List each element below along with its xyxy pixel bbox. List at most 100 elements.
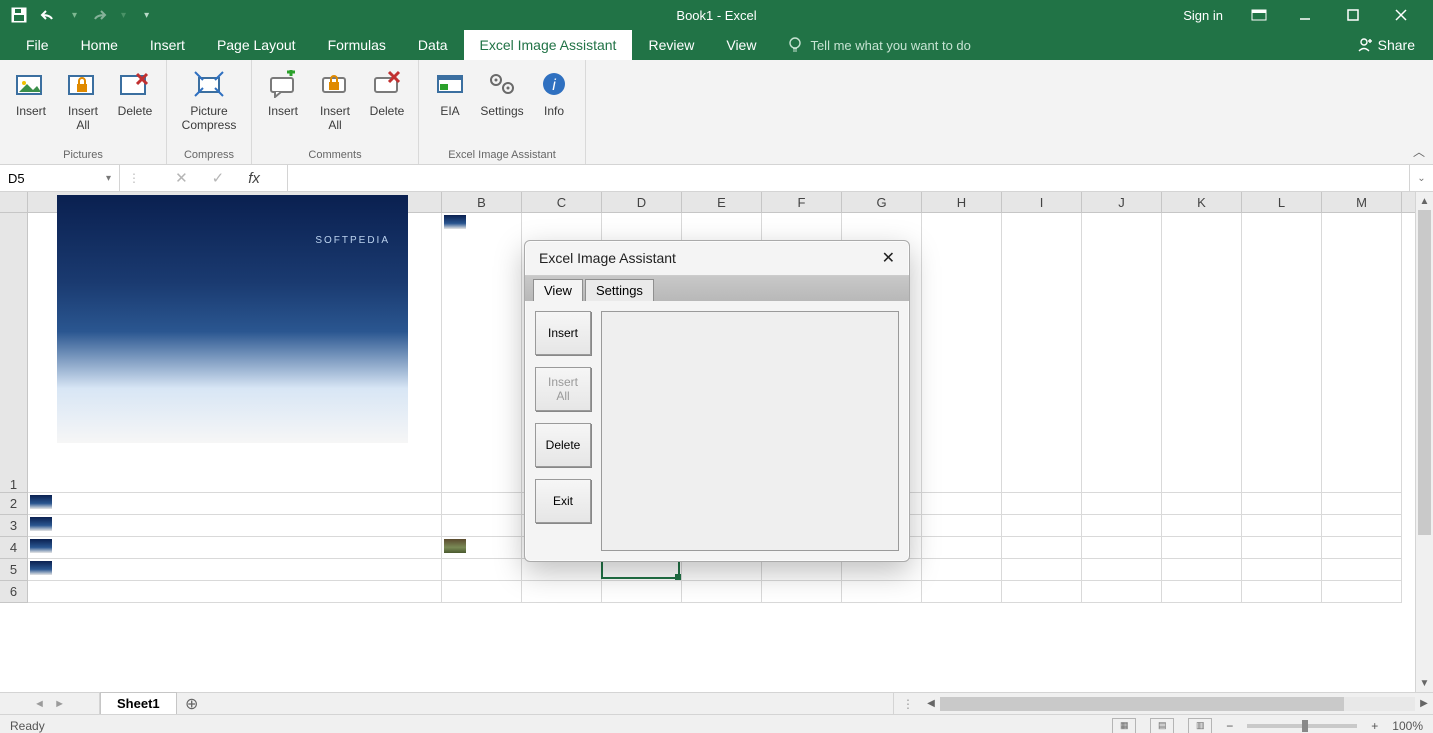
cell[interactable] [442, 213, 522, 493]
ribbon-collapse-button[interactable]: ︿ [1413, 143, 1425, 160]
column-header[interactable]: L [1242, 192, 1322, 212]
cell[interactable] [1002, 515, 1082, 537]
page-layout-view-button[interactable]: ▤ [1150, 718, 1174, 733]
dialog-tab-settings[interactable]: Settings [585, 279, 654, 301]
pictures-insert-button[interactable]: Insert [6, 64, 56, 145]
cell[interactable] [522, 559, 602, 581]
cell[interactable] [1162, 581, 1242, 603]
cell[interactable] [28, 515, 442, 537]
signin-link[interactable]: Sign in [1183, 8, 1223, 23]
column-header[interactable]: J [1082, 192, 1162, 212]
normal-view-button[interactable]: ▦ [1112, 718, 1136, 733]
qat-customize-icon[interactable]: ▾ [144, 10, 149, 21]
name-box[interactable]: D5 ▾ [0, 165, 120, 191]
sheet-tab[interactable]: Sheet1 [100, 692, 177, 714]
row-header[interactable]: 1 [0, 213, 28, 493]
formula-bar-input[interactable] [288, 165, 1409, 191]
column-header[interactable]: F [762, 192, 842, 212]
cell[interactable] [1082, 213, 1162, 493]
cell[interactable] [1162, 537, 1242, 559]
horizontal-scrollbar[interactable]: ⋮ ◀ ▶ [893, 693, 1433, 714]
scrollbar-thumb[interactable] [940, 697, 1344, 711]
column-header[interactable]: K [1162, 192, 1242, 212]
cell[interactable] [442, 581, 522, 603]
cell[interactable] [1322, 493, 1402, 515]
column-header[interactable]: C [522, 192, 602, 212]
cell[interactable] [1082, 559, 1162, 581]
row-header[interactable]: 3 [0, 515, 28, 537]
column-header[interactable]: I [1002, 192, 1082, 212]
zoom-out-button[interactable]: − [1226, 719, 1233, 733]
close-button[interactable] [1395, 9, 1415, 21]
cell[interactable] [682, 559, 762, 581]
cell[interactable] [602, 581, 682, 603]
embedded-image-thumb[interactable] [30, 561, 52, 575]
cell[interactable] [842, 559, 922, 581]
embedded-image-large[interactable]: SOFTPEDIA [57, 195, 408, 443]
page-break-view-button[interactable]: ▥ [1188, 718, 1212, 733]
cell[interactable] [1002, 213, 1082, 493]
redo-dropdown-icon[interactable]: ▾ [121, 10, 126, 21]
tab-formulas[interactable]: Formulas [312, 30, 402, 60]
cell[interactable] [1242, 493, 1322, 515]
cell[interactable] [1242, 581, 1322, 603]
cell[interactable] [1322, 213, 1402, 493]
cell[interactable] [922, 213, 1002, 493]
cell[interactable] [1082, 537, 1162, 559]
formula-bar-expand-button[interactable]: ⌄ [1409, 165, 1433, 191]
embedded-image-thumb[interactable] [30, 517, 52, 531]
select-all-button[interactable] [0, 192, 28, 212]
column-header[interactable]: B [442, 192, 522, 212]
pictures-delete-button[interactable]: Delete [110, 64, 160, 145]
cell[interactable] [762, 559, 842, 581]
zoom-percent[interactable]: 100% [1392, 719, 1423, 733]
eia-settings-button[interactable]: Settings [477, 64, 527, 145]
zoom-slider[interactable] [1247, 724, 1357, 728]
redo-icon[interactable] [89, 6, 107, 24]
maximize-button[interactable] [1347, 9, 1367, 21]
tab-review[interactable]: Review [632, 30, 710, 60]
dialog-insert-button[interactable]: Insert [535, 311, 591, 355]
dialog-exit-button[interactable]: Exit [535, 479, 591, 523]
undo-dropdown-icon[interactable]: ▾ [72, 10, 77, 21]
pictures-insert-all-button[interactable]: Insert All [58, 64, 108, 145]
tab-view[interactable]: View [710, 30, 772, 60]
tab-home[interactable]: Home [65, 30, 134, 60]
cell[interactable] [1242, 537, 1322, 559]
cell[interactable] [1162, 213, 1242, 493]
column-header[interactable]: H [922, 192, 1002, 212]
comments-insert-all-button[interactable]: Insert All [310, 64, 360, 145]
name-box-dropdown-icon[interactable]: ▾ [106, 173, 111, 184]
scroll-down-icon[interactable]: ▼ [1416, 674, 1433, 692]
tell-me-search[interactable]: Tell me what you want to do [788, 30, 970, 60]
eia-launch-button[interactable]: EIA [425, 64, 475, 145]
cell[interactable] [842, 581, 922, 603]
new-sheet-button[interactable]: ⊕ [177, 693, 207, 714]
scroll-left-icon[interactable]: ◀ [922, 698, 940, 709]
comments-insert-button[interactable]: Insert [258, 64, 308, 145]
tab-page-layout[interactable]: Page Layout [201, 30, 312, 60]
cell[interactable] [442, 537, 522, 559]
column-header[interactable]: M [1322, 192, 1402, 212]
cell[interactable] [922, 581, 1002, 603]
cell[interactable] [1002, 537, 1082, 559]
cell[interactable] [28, 559, 442, 581]
zoom-in-button[interactable]: + [1371, 719, 1378, 733]
cell[interactable] [1162, 559, 1242, 581]
embedded-image-thumb[interactable] [444, 539, 466, 553]
row-header[interactable]: 6 [0, 581, 28, 603]
cell[interactable] [28, 581, 442, 603]
cell[interactable] [1242, 559, 1322, 581]
cell[interactable] [28, 493, 442, 515]
column-header[interactable]: D [602, 192, 682, 212]
eia-info-button[interactable]: i Info [529, 64, 579, 145]
cell[interactable] [922, 537, 1002, 559]
row-header[interactable]: 5 [0, 559, 28, 581]
scroll-right-icon[interactable]: ▶ [1415, 698, 1433, 709]
cell[interactable] [522, 581, 602, 603]
minimize-button[interactable] [1299, 9, 1319, 21]
cell[interactable] [1322, 559, 1402, 581]
cell[interactable] [1002, 493, 1082, 515]
dialog-insert-all-button[interactable]: Insert All [535, 367, 591, 411]
row-header[interactable]: 4 [0, 537, 28, 559]
